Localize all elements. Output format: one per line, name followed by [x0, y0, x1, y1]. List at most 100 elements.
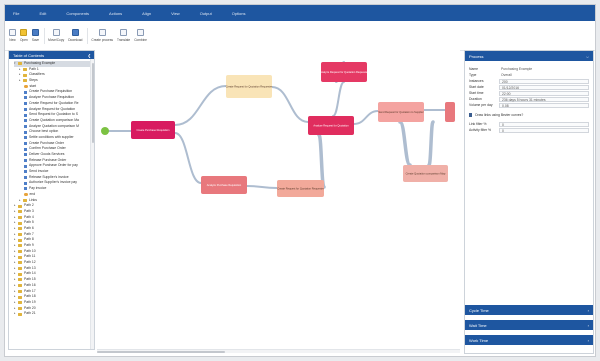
menu-item-align[interactable]: Align [142, 11, 151, 16]
process-link[interactable] [317, 133, 326, 189]
property-value[interactable]: 200 [499, 78, 589, 84]
process-node[interactable]: Analyze Purchase Requisition [201, 176, 247, 194]
translate-button[interactable]: Translate [117, 29, 130, 42]
activity-icon [24, 153, 27, 157]
process-link[interactable] [174, 85, 227, 126]
activity-icon [24, 102, 27, 106]
property-key: Type [469, 73, 477, 77]
save-button[interactable]: Save [32, 29, 39, 42]
property-key: Start time [469, 91, 484, 95]
process-node-label: Analyze Request for Quotation Requester [320, 70, 368, 74]
property-value[interactable]: 0.08 [499, 102, 589, 108]
toc-scroll-thumb[interactable] [91, 63, 94, 143]
menu-item-view[interactable]: View [171, 11, 180, 16]
property-value: Overall [501, 72, 512, 77]
process-node[interactable]: Analyze Request for Quotation Requester [320, 62, 368, 82]
combine-button[interactable]: Combine [134, 29, 147, 42]
menu-item-output[interactable]: Output [200, 11, 212, 16]
folder-icon [18, 204, 22, 208]
canvas-h-scrollbar[interactable] [97, 349, 460, 353]
create-process-icon [98, 29, 106, 36]
folder-icon [18, 221, 22, 225]
folder-icon [18, 238, 22, 242]
translate-icon [120, 29, 128, 36]
chevron-down-icon[interactable]: ⌵ [586, 54, 589, 59]
properties-header[interactable]: Process ⌵ [465, 51, 593, 61]
activity-icon [24, 96, 27, 100]
table-of-contents-panel: Table of Contents ❮ ▾ Purchasing Example ▸… [8, 50, 95, 350]
process-node-label: Send Request for Quotation to Supplier [378, 110, 423, 114]
process-node-box [445, 102, 455, 122]
event-icon [24, 192, 28, 197]
toolbar-label: Download [68, 38, 83, 42]
open-button[interactable]: Open [20, 29, 28, 42]
activity-filter-input[interactable]: 0 [499, 127, 589, 133]
toolbar-separator [44, 27, 46, 44]
create-process-button[interactable]: Create process [91, 29, 113, 42]
process-node[interactable]: Create Purchase Requisition [131, 121, 175, 139]
activity-icon [24, 176, 27, 180]
process-node[interactable]: Create Request for Quotation Requester [277, 180, 324, 197]
property-value[interactable]: 22:00 [499, 90, 589, 96]
chevron-right-icon: › [587, 307, 589, 313]
properties-panel: Process ⌵ Name Purchasing Example Type Over… [464, 50, 594, 354]
process-node[interactable]: Create Request for Quotation Requester [226, 75, 273, 98]
activity-icon [24, 141, 27, 145]
folder-icon [18, 62, 22, 66]
start-event[interactable] [101, 127, 109, 135]
folder-icon [18, 250, 22, 254]
process-link[interactable] [174, 132, 202, 184]
property-key: Start date [469, 85, 484, 89]
property-value[interactable]: 236 days 5 hours 31 minutes [499, 96, 589, 102]
expand-arrow-icon[interactable]: ▾ [14, 61, 17, 67]
process-link[interactable] [271, 86, 309, 123]
link-filter-input[interactable]: 0 [499, 121, 589, 127]
collapse-left-icon[interactable]: ❮ [88, 53, 91, 58]
menu-item-options[interactable]: Options [232, 11, 246, 16]
folder-icon [18, 232, 22, 236]
folder-icon [23, 79, 27, 83]
process-link[interactable] [353, 110, 379, 125]
section-cycle-time[interactable]: Cycle Time › [465, 305, 593, 315]
process-node[interactable]: Send Request for Quotation to Supplier [378, 102, 424, 122]
menu-item-components[interactable]: Components [66, 11, 89, 16]
process-node-label: Create Request for Quotation Requester [277, 187, 324, 191]
folder-icon [18, 272, 22, 276]
toc-tree: ▾ Purchasing Example ▸ Path 1 ▸ Classifiers ▸ S… [9, 59, 94, 347]
process-link[interactable] [332, 81, 345, 117]
process-link[interactable] [246, 185, 278, 189]
toolbar-label: New [9, 38, 16, 42]
activity-filter-label: Activity filter % [469, 128, 492, 132]
bezier-option[interactable]: Draw links using Bezier curves? [469, 112, 589, 118]
process-link[interactable] [427, 120, 435, 167]
section-work-time[interactable]: Work Time › [465, 335, 593, 345]
canvas-scroll-thumb[interactable] [97, 350, 225, 353]
process-node[interactable] [445, 102, 455, 122]
property-value: Purchasing Example [501, 66, 533, 71]
menu-item-edit[interactable]: Edit [39, 11, 46, 16]
bezier-checkbox[interactable] [469, 113, 473, 117]
property-value[interactable]: 01/12/2016 [499, 84, 589, 90]
new-button[interactable]: New [9, 29, 16, 42]
menu-item-file[interactable]: File [13, 11, 19, 16]
folder-icon [18, 278, 22, 282]
expand-arrow-icon[interactable]: ▸ [19, 78, 22, 84]
download-button[interactable]: Download [68, 29, 82, 42]
folder-icon [18, 261, 22, 265]
expand-arrow-icon[interactable]: ▸ [19, 198, 22, 204]
toc-scrollbar[interactable] [90, 59, 94, 349]
menu-item-actions[interactable]: Actions [109, 11, 122, 16]
expand-arrow-icon[interactable]: ▸ [14, 311, 17, 317]
process-canvas[interactable]: Create Purchase Requisition Create Reques… [95, 50, 460, 353]
bezier-label: Draw links using Bezier curves? [475, 113, 524, 117]
process-node[interactable]: Analyze Request for Quotation [308, 116, 354, 135]
section-wait-time[interactable]: Wait Time › [465, 320, 593, 330]
toc-item[interactable]: ▸ Path 21 [14, 311, 92, 317]
process-node[interactable]: Create Quotation comparison Map [403, 165, 448, 182]
toolbar-label: Move/Copy [48, 38, 65, 42]
toc-item-label: Path 21 [24, 311, 36, 316]
app-window: File Edit Components Actions Align View Output… [4, 4, 596, 357]
process-node-label: Create Quotation comparison Map [406, 172, 446, 176]
move-copy-button[interactable]: Move/Copy [48, 29, 64, 42]
process-link[interactable] [398, 120, 412, 167]
